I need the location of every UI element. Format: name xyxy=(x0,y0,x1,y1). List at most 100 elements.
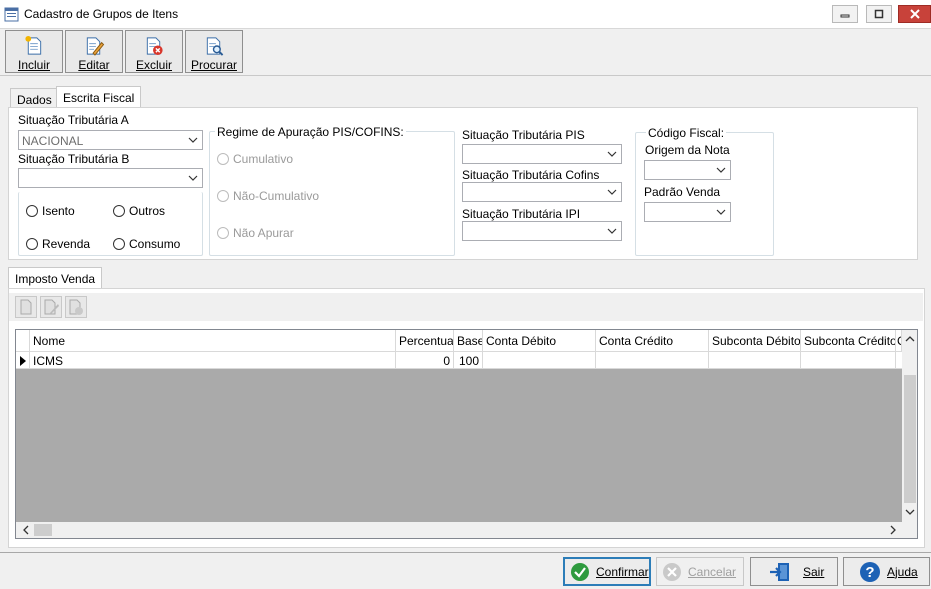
cell-conta-credito[interactable] xyxy=(596,352,709,369)
maximize-icon xyxy=(874,9,884,19)
chevron-down-icon xyxy=(188,175,198,181)
excluir-label: Excluir xyxy=(135,58,172,72)
maximize-button[interactable] xyxy=(866,5,892,23)
sair-button[interactable]: Sair xyxy=(750,557,838,586)
minimize-icon xyxy=(840,14,850,18)
radio-revenda-dot xyxy=(26,238,38,250)
procurar-label: Procurar xyxy=(190,58,237,72)
delete-imposto-button[interactable] xyxy=(65,296,87,318)
horizontal-scrollbar[interactable] xyxy=(16,522,902,538)
search-document-icon xyxy=(206,37,224,56)
sit-b-label: Situação Tributária B xyxy=(18,152,130,166)
radio-consumo-label: Consumo xyxy=(129,237,181,251)
radio-outros[interactable]: Outros xyxy=(113,204,165,218)
minimize-button[interactable] xyxy=(832,5,858,23)
incluir-label: Incluir xyxy=(17,58,50,72)
excluir-button[interactable]: Excluir xyxy=(125,30,183,73)
cell-nome[interactable]: ICMS xyxy=(30,352,396,369)
impostos-grid[interactable]: Nome Percentual Base Conta Débito Conta … xyxy=(15,329,918,539)
cell-base[interactable]: 100 xyxy=(454,352,483,369)
cell-percentual[interactable]: 0 xyxy=(396,352,454,369)
pis-label: Situação Tributária PIS xyxy=(462,128,585,142)
ajuda-label: Ajuda xyxy=(887,564,918,579)
cell-subconta-debito[interactable] xyxy=(709,352,801,369)
delete-document-icon xyxy=(146,37,163,56)
radio-isento[interactable]: Isento xyxy=(26,204,75,218)
edit-document-icon xyxy=(44,299,59,315)
new-document-icon xyxy=(25,35,42,55)
cancelar-button[interactable]: Cancelar xyxy=(656,557,744,586)
cofins-combo[interactable] xyxy=(462,182,622,202)
sit-a-label: Situação Tributária A xyxy=(18,113,129,127)
chevron-down-icon xyxy=(607,189,617,195)
tab-escrita-fiscal[interactable]: Escrita Fiscal xyxy=(56,86,142,108)
col-header-conta-credito[interactable]: Conta Crédito xyxy=(596,330,709,352)
chevron-down-icon xyxy=(716,167,726,173)
tab-escrita-fiscal-label: Escrita Fiscal xyxy=(63,91,135,105)
radio-isento-dot xyxy=(26,205,38,217)
pis-combo[interactable] xyxy=(462,144,622,164)
cancel-circle-icon xyxy=(663,562,681,581)
check-circle-icon xyxy=(571,562,589,581)
imposto-toolbar xyxy=(9,293,923,321)
padrao-venda-combo[interactable] xyxy=(644,202,731,222)
radio-revenda[interactable]: Revenda xyxy=(26,237,90,251)
scroll-right-icon[interactable] xyxy=(888,525,898,535)
chevron-down-icon xyxy=(188,137,198,143)
tab-imposto-venda-label: Imposto Venda xyxy=(15,272,96,286)
col-header-subconta-credito[interactable]: Subconta Crédito xyxy=(801,330,896,352)
footer-divider xyxy=(0,552,931,553)
toolbar-divider xyxy=(0,75,931,76)
col-header-percentual[interactable]: Percentual xyxy=(396,330,454,352)
procurar-button[interactable]: Procurar xyxy=(185,30,243,73)
scroll-down-icon[interactable] xyxy=(905,507,915,517)
codigo-fiscal-title: Código Fiscal: xyxy=(646,126,727,140)
col-header-conta-debito[interactable]: Conta Débito xyxy=(483,330,596,352)
col-header-nome[interactable]: Nome xyxy=(30,330,396,352)
radio-consumo-dot xyxy=(113,238,125,250)
radio-cumulativo-label: Cumulativo xyxy=(233,152,294,166)
tab-imposto-venda[interactable]: Imposto Venda xyxy=(8,267,103,289)
col-header-base[interactable]: Base xyxy=(454,330,483,352)
close-button[interactable] xyxy=(898,5,931,23)
scroll-left-icon[interactable] xyxy=(21,525,31,535)
sit-a-value: NACIONAL xyxy=(22,134,84,148)
ipi-combo[interactable] xyxy=(462,221,622,241)
radio-cumulativo[interactable]: Cumulativo xyxy=(217,152,293,166)
delete-document-icon xyxy=(69,299,83,315)
sair-label: Sair xyxy=(803,564,825,579)
cofins-label: Situação Tributária Cofins xyxy=(462,168,600,182)
sit-a-combo[interactable]: NACIONAL xyxy=(18,130,203,150)
ajuda-button[interactable]: ? Ajuda xyxy=(843,557,930,586)
grid-corner xyxy=(16,330,30,352)
editar-button[interactable]: Editar xyxy=(65,30,123,73)
chevron-down-icon xyxy=(716,209,726,215)
horizontal-scroll-thumb[interactable] xyxy=(34,524,52,536)
add-imposto-button[interactable] xyxy=(15,296,37,318)
origem-combo[interactable] xyxy=(644,160,731,180)
radio-nao-apurar-label: Não Apurar xyxy=(233,226,294,240)
scroll-up-icon[interactable] xyxy=(905,334,915,344)
cell-subconta-credito[interactable] xyxy=(801,352,896,369)
cell-conta-debito[interactable] xyxy=(483,352,596,369)
cancelar-label: Cancelar xyxy=(688,564,737,579)
svg-text:?: ? xyxy=(865,564,874,581)
edit-document-icon xyxy=(86,37,105,56)
radio-consumo[interactable]: Consumo xyxy=(113,237,180,251)
tab-dados-label: Dados xyxy=(17,93,52,107)
col-header-subconta-debito[interactable]: Subconta Débito xyxy=(709,330,801,352)
title-bar: Cadastro de Grupos de Itens xyxy=(0,0,931,29)
radio-outros-dot xyxy=(113,205,125,217)
window-title: Cadastro de Grupos de Itens xyxy=(24,7,179,21)
app-icon xyxy=(4,7,19,22)
confirmar-button[interactable]: Confirmar xyxy=(563,557,651,586)
incluir-button[interactable]: Incluir xyxy=(5,30,63,73)
row-indicator[interactable] xyxy=(16,352,30,369)
radio-nao-apurar[interactable]: Não Apurar xyxy=(217,226,294,240)
close-icon xyxy=(909,9,920,19)
sit-b-combo[interactable] xyxy=(18,168,203,188)
tab-dados[interactable]: Dados xyxy=(10,88,59,108)
vertical-scroll-thumb[interactable] xyxy=(904,375,916,503)
edit-imposto-button[interactable] xyxy=(40,296,62,318)
radio-nao-cumulativo[interactable]: Não-Cumulativo xyxy=(217,189,319,203)
